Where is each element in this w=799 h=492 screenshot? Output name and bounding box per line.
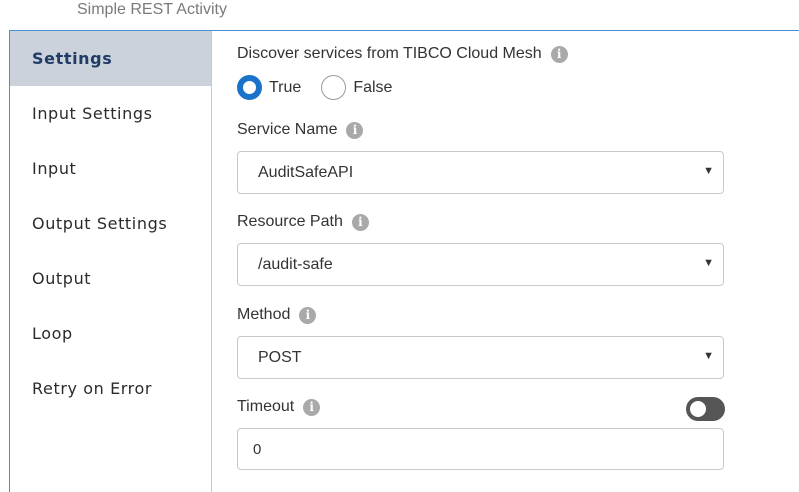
resource-path-label-text: Resource Path xyxy=(237,213,343,230)
timeout-label-text: Timeout xyxy=(237,398,295,415)
discover-radio-group: True False xyxy=(237,75,412,100)
timeout-toggle[interactable] xyxy=(686,397,725,421)
sidebar-item-output-settings[interactable]: Output Settings xyxy=(10,196,211,251)
method-label: Method i xyxy=(237,306,317,324)
settings-content: Discover services from TIBCO Cloud Mesh … xyxy=(237,31,797,492)
sidebar-item-retry-on-error[interactable]: Retry on Error xyxy=(10,361,211,416)
radio-option-true[interactable]: True xyxy=(237,75,301,100)
info-icon[interactable]: i xyxy=(299,306,317,324)
chevron-down-icon: ▼ xyxy=(703,257,714,269)
sidebar-item-loop[interactable]: Loop xyxy=(10,306,211,361)
discover-services-label-text: Discover services from TIBCO Cloud Mesh xyxy=(237,45,542,62)
timeout-label: Timeout i xyxy=(237,398,321,416)
info-icon[interactable]: i xyxy=(303,398,321,416)
service-name-label-text: Service Name xyxy=(237,121,338,138)
discover-services-label: Discover services from TIBCO Cloud Mesh … xyxy=(237,45,568,63)
info-icon[interactable]: i xyxy=(550,45,568,63)
radio-option-false[interactable]: False xyxy=(321,75,392,100)
service-name-value: AuditSafeAPI xyxy=(258,163,354,181)
resource-path-value: /audit-safe xyxy=(258,255,333,273)
radio-button-false[interactable] xyxy=(321,75,347,100)
service-name-label: Service Name i xyxy=(237,121,364,139)
timeout-input[interactable]: 0 xyxy=(237,428,724,470)
sidebar-item-output[interactable]: Output xyxy=(10,251,211,306)
radio-label-true: True xyxy=(269,78,302,96)
toggle-knob xyxy=(690,401,706,417)
radio-label-false: False xyxy=(353,78,393,96)
activity-title: Simple REST Activity xyxy=(77,1,227,18)
resource-path-select[interactable]: /audit-safe ▼ xyxy=(237,243,724,286)
activity-config-panel: Settings Input Settings Input Output Set… xyxy=(9,30,799,492)
settings-sidebar: Settings Input Settings Input Output Set… xyxy=(10,31,212,492)
info-icon[interactable]: i xyxy=(351,213,369,231)
info-icon[interactable]: i xyxy=(346,121,364,139)
sidebar-item-input[interactable]: Input xyxy=(10,141,211,196)
sidebar-item-input-settings[interactable]: Input Settings xyxy=(10,86,211,141)
timeout-value: 0 xyxy=(253,440,262,458)
method-select[interactable]: POST ▼ xyxy=(237,336,724,379)
method-label-text: Method xyxy=(237,306,291,323)
method-value: POST xyxy=(258,348,302,366)
resource-path-label: Resource Path i xyxy=(237,213,369,231)
radio-button-true[interactable] xyxy=(237,75,262,100)
sidebar-item-settings[interactable]: Settings xyxy=(10,31,211,86)
chevron-down-icon: ▼ xyxy=(703,165,714,177)
chevron-down-icon: ▼ xyxy=(703,350,714,362)
service-name-select[interactable]: AuditSafeAPI ▼ xyxy=(237,151,724,194)
